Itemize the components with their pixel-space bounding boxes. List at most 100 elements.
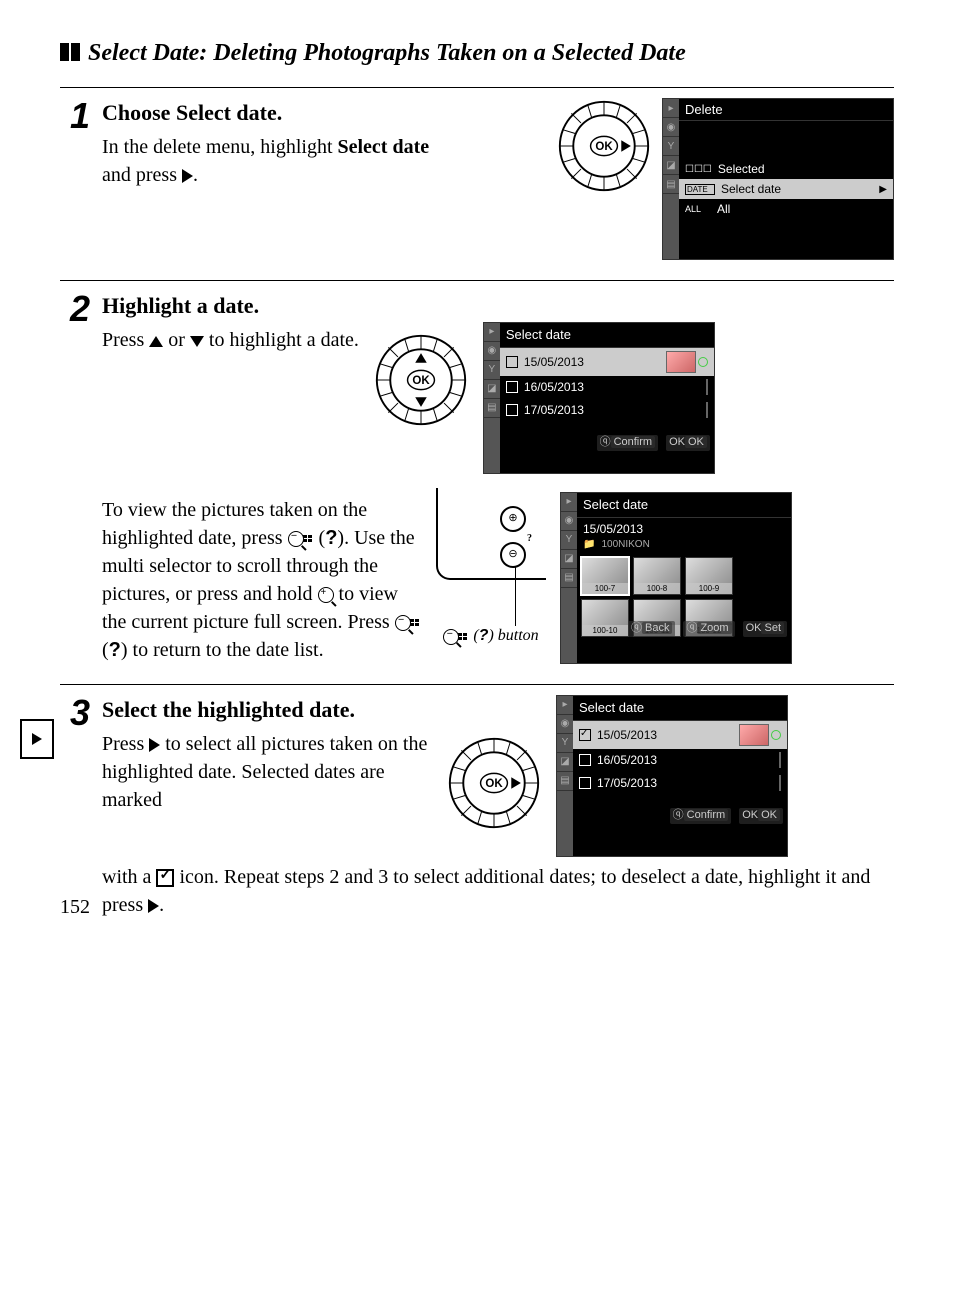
step-content: Select the highlighted date. Press to se… <box>102 695 894 919</box>
lcd-body: Select date 15/05/2013 16/05/2013 <box>573 696 787 826</box>
step-2: 2 Highlight a date. Press or to highligh… <box>60 291 894 664</box>
camera-tab-icon: ◉ <box>484 342 500 361</box>
wrench-tab-icon: Y <box>557 734 573 753</box>
step-1: 1 Choose Select date. In the delete menu… <box>60 98 894 260</box>
play-indicator-icon <box>698 357 708 367</box>
foot-ok: OKOK <box>666 435 710 450</box>
playback-tab-icon: ▸ <box>557 696 573 715</box>
right-arrow-icon <box>182 169 193 183</box>
t: to highlight a date. <box>204 329 359 351</box>
checkbox-icon <box>579 754 591 766</box>
date-row-1: 15/05/2013 <box>500 348 714 376</box>
lcd-footer: ⓠBack ⓠZoom OKSet <box>593 619 791 638</box>
t: ) to return to the date list. <box>121 639 324 661</box>
help-icon: ? <box>325 527 337 549</box>
foot-confirm: ⓠConfirm <box>670 808 732 823</box>
lcd-title: Select date <box>573 696 787 721</box>
date-row-3: 17/05/2013 <box>573 772 787 795</box>
lcd-title: Delete <box>679 99 893 121</box>
lcd-sidebar: ▸ ◉ Y ◪ ▤ <box>557 696 573 856</box>
page-number: 152 <box>60 896 90 919</box>
play-indicator-icon <box>771 730 781 740</box>
foot-back: ⓠBack <box>628 621 675 636</box>
step-heading: Highlight a date. <box>102 291 894 322</box>
lcd-body: Select date 15/05/2013 16/05/2013 <box>500 323 714 453</box>
t: with a <box>102 866 156 888</box>
t: Press <box>102 733 149 755</box>
t: Select date <box>176 100 277 125</box>
thumbnail: 100-7 <box>581 557 629 595</box>
foot-zoom: ⓠZoom <box>683 621 734 636</box>
t: In the delete menu, highlight <box>102 136 338 158</box>
lcd-footer: ⓠConfirm OKOK <box>589 806 787 825</box>
chevron-right-icon: ▶ <box>879 184 887 195</box>
step-body: In the delete menu, highlight Select dat… <box>102 133 432 189</box>
playback-tab-icon: ▸ <box>561 493 577 512</box>
date-row-3: 17/05/2013 <box>500 399 714 422</box>
thumbnails-icon <box>457 632 469 642</box>
camera-back-diagram: ⊕ ⊖ ? (?) button <box>436 488 546 648</box>
thumb-icon <box>666 351 696 373</box>
svg-text:OK: OK <box>412 375 430 387</box>
wrench-tab-icon: Y <box>663 137 679 156</box>
lcd-sidebar: ▸ ◉ Y ◪ ▤ <box>561 493 577 663</box>
wrench-tab-icon: Y <box>484 361 500 380</box>
checkbox-checked-icon <box>156 869 174 887</box>
t: 15/05/2013 <box>583 521 643 538</box>
date-row-2: 16/05/2013 <box>573 749 787 772</box>
date-label: 17/05/2013 <box>524 402 584 419</box>
playback-section-tab-icon <box>20 719 54 759</box>
checkbox-icon <box>506 356 518 368</box>
thumb-icon <box>779 775 781 791</box>
step-number: 2 <box>60 291 90 327</box>
camera-tab-icon: ◉ <box>557 715 573 734</box>
section-title-text: Select Date: Deleting Photographs Taken … <box>88 40 686 66</box>
t: Select date <box>338 136 430 158</box>
help-label-icon: ? <box>527 532 532 546</box>
recent-tab-icon: ▤ <box>561 569 577 588</box>
selected-icon: ☐☐☐ <box>685 164 712 175</box>
separator <box>60 87 894 88</box>
date-label: 15/05/2013 <box>597 727 657 744</box>
ok-dial-right-icon: OK <box>556 98 652 194</box>
thumbnails-icon <box>409 618 421 628</box>
menu-row-selected: ☐☐☐ Selected <box>679 159 893 179</box>
thumbnail: 100-8 <box>633 557 681 595</box>
thumb-icon <box>706 402 708 418</box>
recent-tab-icon: ▤ <box>663 175 679 194</box>
zoom-out-button-icon: ⊖ <box>500 542 526 568</box>
step-number: 3 <box>60 695 90 731</box>
right-arrow-icon <box>149 738 160 752</box>
lcd-folder: 📁100NIKON <box>577 538 791 555</box>
retouch-tab-icon: ◪ <box>484 380 500 399</box>
help-icon: ? <box>109 639 121 661</box>
step-body-1: Press to select all pictures taken on th… <box>102 730 432 814</box>
step-heading: Choose Select date. <box>102 98 544 129</box>
date-row-1-checked: 15/05/2013 <box>573 721 787 749</box>
separator <box>60 280 894 281</box>
t: and press <box>102 164 182 186</box>
all-icon: ALL <box>685 204 711 214</box>
t: . <box>277 100 283 125</box>
thumb-label: 100-9 <box>686 583 732 594</box>
date-row-2: 16/05/2013 <box>500 376 714 399</box>
retouch-tab-icon: ◪ <box>561 550 577 569</box>
t: ( <box>469 627 478 644</box>
row-label: Selected <box>718 162 765 176</box>
date-label: 17/05/2013 <box>597 775 657 792</box>
right-arrow-icon <box>148 899 159 913</box>
step-body-2: with a icon. Repeat steps 2 and 3 to sel… <box>102 863 894 919</box>
section-title: Select Date: Deleting Photographs Taken … <box>60 40 894 67</box>
camera-tab-icon: ◉ <box>561 512 577 531</box>
separator <box>60 684 894 685</box>
lcd-title: Select date <box>577 493 791 518</box>
thumb-label: 100-8 <box>634 583 680 594</box>
checkbox-icon <box>506 404 518 416</box>
thumb-label: 100-7 <box>582 583 628 594</box>
down-arrow-icon <box>190 336 204 347</box>
row-label: All <box>717 202 730 216</box>
lcd-select-date-list: ▸ ◉ Y ◪ ▤ Select date 15/05/2013 <box>483 322 715 474</box>
step-content: Highlight a date. Press or to highlight … <box>102 291 894 664</box>
step-number: 1 <box>60 98 90 134</box>
camera-tab-icon: ◉ <box>663 118 679 137</box>
